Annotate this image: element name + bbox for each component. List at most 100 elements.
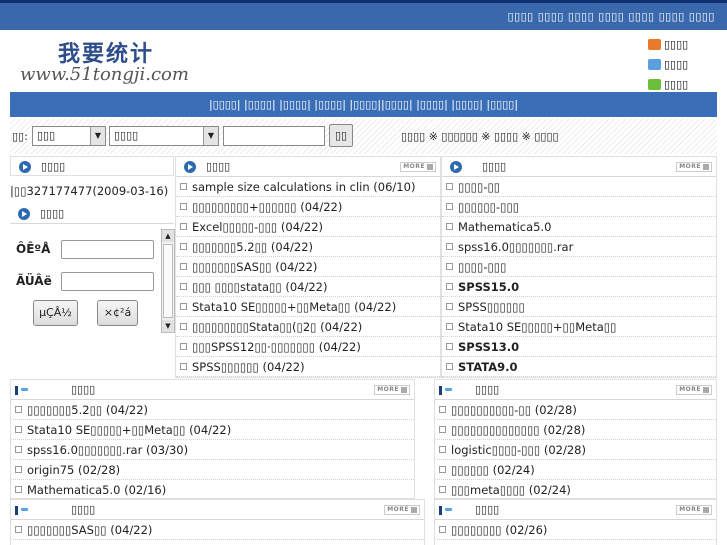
login-button[interactable]: µÇÂ½ bbox=[33, 300, 78, 326]
scroll-up-icon[interactable]: ▲ bbox=[162, 230, 174, 242]
list-item[interactable]: ▯▯▯▯-▯▯▯ bbox=[442, 257, 716, 277]
list-item[interactable]: spss16.0▯▯▯▯▯▯▯.rar (03/30) bbox=[11, 440, 414, 460]
quick-link-star[interactable]: ▯▯▯▯ bbox=[648, 74, 720, 94]
list-item[interactable]: Stata10 SE▯▯▯▯▯+▯▯Meta▯▯ bbox=[442, 317, 716, 337]
section2-right: ▯▯▯▯ MORE ▯▯▯▯▯▯▯▯ (02/26) ▯▯▯▯▯▯▯▯▯ (02/… bbox=[434, 499, 717, 545]
list-item-text: Mathematica5.0 (02/16) bbox=[27, 483, 167, 497]
dash-icon bbox=[445, 508, 452, 511]
password-input[interactable] bbox=[61, 272, 154, 291]
more-link[interactable]: MORE bbox=[400, 162, 436, 172]
list-item[interactable]: ▯▯▯▯▯▯▯SAS▯▯ (04/22) bbox=[176, 257, 440, 277]
more-link[interactable]: MORE bbox=[676, 162, 712, 172]
list-item[interactable]: ▯▯▯meta▯▯▯▯ (02/24) bbox=[435, 480, 716, 500]
register-button[interactable]: ×¢²á bbox=[97, 300, 138, 326]
list-item[interactable]: Mathematica5.0 (02/16) bbox=[11, 480, 414, 500]
list-item[interactable]: origin75 (02/28) bbox=[11, 460, 414, 480]
bullet-icon bbox=[446, 303, 453, 310]
right-column: ▯▯▯▯ MORE ▯▯▯▯-▯▯ ▯▯▯▯▯▯-▯▯▯ Mathematica5.… bbox=[441, 156, 717, 378]
more-link[interactable]: MORE bbox=[374, 385, 410, 395]
search-hint[interactable]: ▯▯▯▯ ※ ▯▯▯▯▯▯ ※ ▯▯▯▯ ※ ▯▯▯▯ bbox=[401, 130, 559, 143]
list-item-text: ▯▯▯SPSS12▯▯·▯▯▯▯▯▯▯ (04/22) bbox=[192, 340, 361, 354]
list-item[interactable]: SPSS▯▯▯▯▯▯ bbox=[442, 297, 716, 317]
search-button[interactable]: ▯▯ bbox=[329, 124, 353, 147]
username-input[interactable] bbox=[61, 240, 154, 259]
bullet-icon bbox=[15, 406, 22, 413]
list-item[interactable]: ▯▯▯▯▯▯▯SAS▯▯ (04/22) bbox=[11, 520, 424, 540]
bullet-icon bbox=[180, 183, 187, 190]
list-item-text: spss16.0▯▯▯▯▯▯▯.rar (03/30) bbox=[27, 443, 189, 457]
list-item-text: SPSS▯▯▯▯▯▯ bbox=[458, 300, 525, 314]
main-nav[interactable]: |▯▯▯▯| |▯▯▯▯| |▯▯▯▯| |▯▯▯▯| |▯▯▯▯||▯▯▯▯|… bbox=[10, 92, 717, 117]
list-item[interactable]: Excel▯▯▯▯▯-▯▯▯ (04/22) bbox=[176, 217, 440, 237]
list-item[interactable]: Mathematica5.0 bbox=[442, 217, 716, 237]
list-item[interactable]: Stata10 SE▯▯▯▯▯+▯▯Meta▯▯ (04/22) bbox=[176, 297, 440, 317]
article-list: ▯▯▯▯▯▯▯SAS▯▯ (04/22) ▯▯▯ ▯▯▯▯stata▯▯ (04/… bbox=[11, 520, 424, 545]
list-item[interactable]: ▯▯▯▯▯▯▯5.2▯▯ (04/22) bbox=[11, 400, 414, 420]
list-item[interactable]: Stata10 SE▯▯▯▯▯+▯▯Meta▯▯ (04/22) bbox=[11, 420, 414, 440]
list-item-text: ▯▯▯▯-▯▯▯ bbox=[458, 260, 507, 274]
software-list: ▯▯▯▯-▯▯ ▯▯▯▯▯▯-▯▯▯ Mathematica5.0 spss16.0▯… bbox=[442, 177, 716, 377]
list-item[interactable]: ▯▯▯▯▯▯-▯▯▯ bbox=[442, 197, 716, 217]
plus-icon bbox=[427, 163, 433, 170]
list-item[interactable]: spss16.0▯▯▯▯▯▯▯.rar bbox=[442, 237, 716, 257]
list-item[interactable]: ▯▯▯▯▯▯ (02/24) bbox=[435, 460, 716, 480]
list-item[interactable]: sample size calculations in clin (06/10) bbox=[176, 177, 440, 197]
section-header: ▯▯▯▯ MORE bbox=[11, 500, 424, 520]
list-item-text: STATA9.0 bbox=[458, 360, 518, 374]
list-item[interactable]: ▯▯▯▯▯▯▯▯▯+▯▯▯▯▯▯ (04/22) bbox=[176, 197, 440, 217]
search-input[interactable] bbox=[223, 126, 325, 146]
scroll-down-icon[interactable]: ▼ bbox=[162, 320, 174, 332]
list-item[interactable]: ▯▯▯SPSS12▯▯·▯▯▯▯▯▯▯ (04/22) bbox=[176, 337, 440, 357]
more-link[interactable]: MORE bbox=[676, 385, 712, 395]
bullet-icon bbox=[180, 303, 187, 310]
bullet-icon bbox=[439, 466, 446, 473]
section-title: ▯▯▯▯ bbox=[475, 503, 500, 516]
more-link[interactable]: MORE bbox=[676, 505, 712, 515]
middle-column: ▯▯▯▯ MORE sample size calculations in cl… bbox=[175, 156, 441, 378]
search-scope-select[interactable]: ▯▯▯ ▼ bbox=[32, 126, 106, 146]
bullet-icon bbox=[180, 263, 187, 270]
login-header: ▯▯▯▯ bbox=[10, 204, 174, 224]
panel-title: ▯▯▯▯ bbox=[482, 160, 507, 173]
list-item[interactable]: logistic▯▯▯▯-▯▯▯ (02/28) bbox=[435, 440, 716, 460]
list-item[interactable]: ▯▯▯ ▯▯▯▯stata▯▯ (04/22) bbox=[11, 540, 424, 545]
list-item[interactable]: SPSS13.0 bbox=[442, 337, 716, 357]
scrollbar[interactable]: ▲ ▼ bbox=[161, 229, 175, 333]
search-category-value: ▯▯▯▯ bbox=[114, 129, 139, 142]
bullet-icon bbox=[446, 183, 453, 190]
list-item[interactable]: ▯▯▯▯▯▯▯▯▯▯▯▯▯▯ (02/28) bbox=[435, 420, 716, 440]
list-item[interactable]: ▯▯▯▯-▯▯ bbox=[442, 177, 716, 197]
bullet-icon bbox=[439, 406, 446, 413]
section-marker-icon bbox=[15, 386, 18, 395]
list-item[interactable]: ▯▯▯▯▯▯▯▯▯Stata▯▯(▯2▯ (04/22) bbox=[176, 317, 440, 337]
section-marker-icon bbox=[15, 506, 18, 515]
nav-links[interactable]: |▯▯▯▯| |▯▯▯▯| |▯▯▯▯| |▯▯▯▯| |▯▯▯▯||▯▯▯▯|… bbox=[209, 98, 518, 111]
list-item[interactable]: SPSS▯▯▯▯▯▯ (04/22) bbox=[176, 357, 440, 377]
section-title: ▯▯▯▯ bbox=[71, 383, 96, 396]
list-item-text: sample size calculations in clin (06/10) bbox=[192, 180, 416, 194]
list-item[interactable]: ▯▯▯▯▯▯▯▯▯ (02/26) bbox=[435, 540, 716, 545]
more-link[interactable]: MORE bbox=[384, 505, 420, 515]
list-item[interactable]: SPSS15.0 bbox=[442, 277, 716, 297]
top-links[interactable]: ▯▯▯▯ ▯▯▯▯ ▯▯▯▯ ▯▯▯▯ ▯▯▯▯ ▯▯▯▯ ▯▯▯▯ bbox=[508, 10, 715, 23]
logo-url: www.51tongji.com bbox=[20, 64, 189, 85]
quick-link-folder[interactable]: ▯▯▯▯ bbox=[648, 54, 720, 74]
bullet-icon bbox=[446, 363, 453, 370]
list-item[interactable]: ▯▯▯▯▯▯▯▯ (02/26) bbox=[435, 520, 716, 540]
scroll-thumb[interactable] bbox=[163, 244, 173, 318]
list-item-text: ▯▯▯▯▯▯▯5.2▯▯ (04/22) bbox=[192, 240, 314, 254]
list-item[interactable]: STATA9.0 bbox=[442, 357, 716, 377]
section-title: ▯▯▯▯ bbox=[475, 383, 500, 396]
list-item[interactable]: ▯▯▯▯▯▯▯▯▯▯-▯▯ (02/28) bbox=[435, 400, 716, 420]
quick-link-home[interactable]: ▯▯▯▯ bbox=[648, 34, 720, 54]
search-category-select[interactable]: ▯▯▯▯ ▼ bbox=[109, 126, 219, 146]
quick-link-label: ▯▯▯▯ bbox=[664, 57, 689, 71]
home-icon bbox=[648, 38, 661, 50]
panel-title: ▯▯▯▯ bbox=[206, 160, 231, 173]
list-item[interactable]: ▯▯▯ ▯▯▯▯stata▯▯ (04/22) bbox=[176, 277, 440, 297]
list-item-text: origin75 (02/28) bbox=[27, 463, 121, 477]
list-item[interactable]: ▯▯▯▯▯▯▯5.2▯▯ (04/22) bbox=[176, 237, 440, 257]
search-bar: ▯▯: ▯▯▯ ▼ ▯▯▯▯ ▼ ▯▯ ▯▯▯▯ ※ ▯▯▯▯▯▯ ※ ▯▯▯▯… bbox=[10, 119, 717, 154]
site-logo[interactable]: 我要统计 www.51tongji.com bbox=[18, 34, 198, 90]
quick-link-label: ▯▯▯▯ bbox=[664, 37, 689, 51]
